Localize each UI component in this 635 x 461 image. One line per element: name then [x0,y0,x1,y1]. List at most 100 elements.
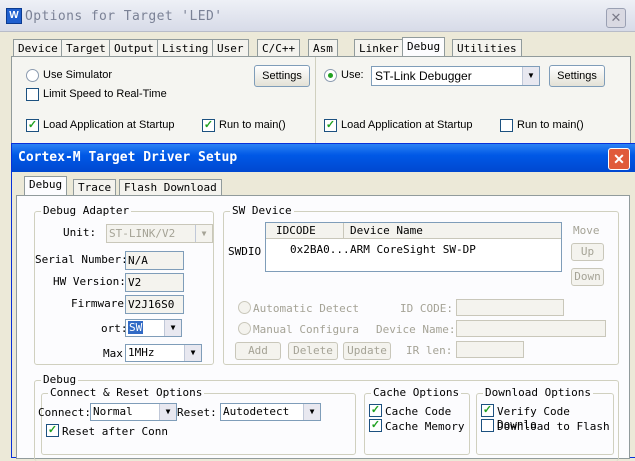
verify-code-checkbox[interactable]: ✓ [481,404,494,417]
dialog-close-icon[interactable]: ✕ [608,148,630,170]
firmware-label: Firmware [71,297,124,310]
hw-version-value: V2 [125,273,184,292]
chevron-down-icon[interactable]: ▼ [159,404,176,420]
port-select[interactable]: SW ▼ [125,319,182,337]
connect-reset-group: Connect & Reset Options Connect: Normal … [38,386,356,455]
cache-code-label: Cache Code [385,405,452,418]
use-simulator-label: Use Simulator [43,69,113,81]
col-device-name: Device Name [350,224,423,237]
tab-listing[interactable]: Listing [157,39,214,57]
dialog-title: Cortex-M Target Driver Setup [18,150,238,165]
app-icon: W [6,8,22,24]
target-driver-dialog: Cortex-M Target Driver Setup ✕ Debug Tra… [11,143,635,461]
download-options-group: Download Options ✓ Verify Code Downlo Do… [476,386,614,455]
unit-value: ST-LINK/V2 [109,227,176,240]
col-idcode: IDCODE [276,224,316,237]
serial-value: N/A [125,251,184,270]
tab-debug-dialog[interactable]: Debug [24,176,68,196]
port-value: SW [128,321,144,334]
up-button[interactable]: Up [571,243,604,261]
chevron-down-icon[interactable]: ▼ [184,345,201,361]
tab-output[interactable]: Output [109,39,159,57]
chevron-down-icon[interactable]: ▼ [303,404,320,420]
options-title: Options for Target 'LED' [25,9,223,24]
connect-label: Connect: [38,406,91,419]
use-simulator-radio[interactable] [26,69,39,82]
run-to-main-right-checkbox[interactable] [500,119,513,132]
cache-memory-checkbox[interactable]: ✓ [369,419,382,432]
delete-button[interactable]: Delete [288,342,338,360]
close-icon[interactable]: ✕ [606,8,626,28]
add-button[interactable]: Add [235,342,281,360]
chevron-down-icon[interactable]: ▼ [164,320,181,336]
automatic-detection-radio[interactable] [238,301,251,314]
divider [343,223,344,238]
tab-utilities[interactable]: Utilities [452,39,522,57]
max-label: Max [103,347,123,360]
id-code-input[interactable] [456,299,564,316]
reset-select[interactable]: Autodetect ▼ [220,403,321,421]
run-to-main-checkbox[interactable]: ✓ [202,119,215,132]
run-to-main-right-label: Run to main() [517,119,584,131]
load-app-label: Load Application at Startup [43,119,175,131]
ir-len-input[interactable] [456,341,524,358]
ir-len-label: IR len: [406,344,453,357]
down-button[interactable]: Down [571,268,604,286]
cache-code-checkbox[interactable]: ✓ [369,404,382,417]
options-titlebar: W Options for Target 'LED' ✕ [0,0,635,32]
debug-group-label: Debug [41,373,79,386]
automatic-detection-label: Automatic Detecti [253,302,359,315]
tab-asm[interactable]: Asm [308,39,338,57]
manual-configuration-radio[interactable] [238,322,251,335]
cache-memory-label: Cache Memory [385,420,465,433]
simulator-settings-button[interactable]: Settings [254,65,310,87]
download-to-flash-checkbox[interactable] [481,419,494,432]
device-name-input[interactable] [456,320,606,337]
connect-select[interactable]: Normal ▼ [90,403,177,421]
row-idcode[interactable]: 0x2BA0... [290,243,350,256]
chevron-down-icon: ▼ [195,225,212,242]
dialog-titlebar: Cortex-M Target Driver Setup ✕ [12,144,635,172]
device-name-label: Device Name: [376,323,456,336]
port-label: ort: [101,322,128,335]
reset-label: Reset: [177,406,217,419]
download-to-flash-label: Download to Flash [497,420,610,433]
load-app-right-checkbox[interactable]: ✓ [324,119,337,132]
connect-value: Normal [93,405,133,418]
max-clock-select[interactable]: 1MHz ▼ [125,344,202,362]
use-debugger-radio[interactable] [324,69,337,82]
cache-options-group: Cache Options ✓ Cache Code ✓ Cache Memor… [364,386,470,455]
reset-value: Autodetect [223,405,290,418]
tab-user[interactable]: User [212,39,249,57]
max-clock-value: 1MHz [128,346,155,359]
reset-after-conn-checkbox[interactable]: ✓ [46,424,59,437]
serial-label: Serial Number: [35,253,128,266]
debug-group: Debug Connect & Reset Options Connect: N… [34,373,619,461]
move-label: Move [573,224,600,237]
id-code-label: ID CODE: [400,302,453,315]
tab-device[interactable]: Device [13,39,63,57]
tab-trace[interactable]: Trace [73,179,117,196]
unit-select: ST-LINK/V2 ▼ [106,224,213,243]
debug-adapter-label: Debug Adapter [41,204,132,217]
row-device-name[interactable]: ARM CoreSight SW-DP [350,243,476,256]
load-app-right-label: Load Application at Startup [341,119,473,131]
chevron-down-icon[interactable]: ▼ [522,67,539,85]
manual-configuration-label: Manual Configurati [253,323,359,336]
tab-flash-download[interactable]: Flash Download [119,179,222,196]
debugger-select-value: ST-Link Debugger [375,69,472,83]
hw-version-label: HW Version: [53,275,126,288]
reset-after-conn-label: Reset after Conn [62,425,168,438]
limit-speed-checkbox[interactable] [26,88,39,101]
tab-debug[interactable]: Debug [402,37,446,57]
load-app-checkbox[interactable]: ✓ [26,119,39,132]
dialog-panel: Debug Adapter Unit: ST-LINK/V2 ▼ Serial … [16,195,630,461]
debugger-select[interactable]: ST-Link Debugger ▼ [371,66,540,86]
debugger-settings-button[interactable]: Settings [549,65,605,87]
sw-device-group: SW Device SWDIO IDCODE Device Name 0x2BA… [223,204,619,365]
update-button[interactable]: Update [343,342,391,360]
tab-c-cpp[interactable]: C/C++ [257,39,301,57]
limit-speed-label: Limit Speed to Real-Time [43,88,167,100]
tab-target[interactable]: Target [61,39,111,57]
tab-linker[interactable]: Linker [354,39,404,57]
